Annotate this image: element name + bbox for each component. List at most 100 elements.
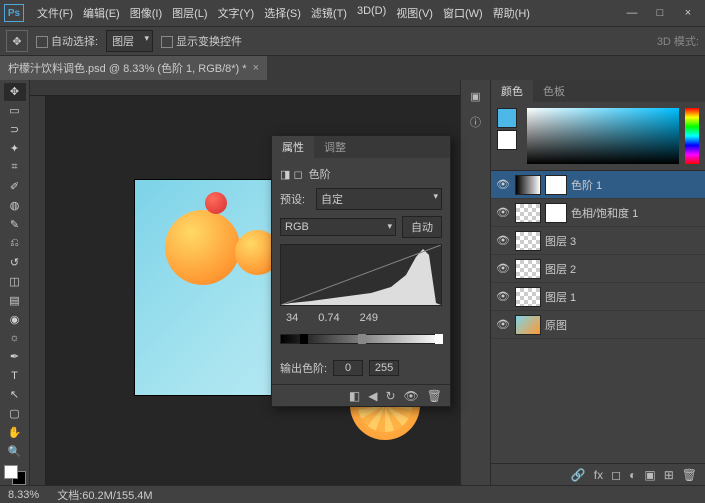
layer-row[interactable]: 👁 色阶 1 [491,171,705,199]
delete-layer-icon[interactable]: 🗑 [682,468,697,482]
maximize-button[interactable]: □ [647,3,673,23]
pen-tool[interactable]: ✒ [4,348,26,366]
layer-row[interactable]: 👁 图层 2 [491,255,705,283]
lasso-tool[interactable]: ⊃ [4,121,26,139]
menu-选择(S)[interactable]: 选择(S) [259,1,306,25]
histogram[interactable] [280,244,442,306]
stamp-tool[interactable]: ⎌ [4,234,26,252]
background-swatch[interactable] [497,130,517,150]
layer-fx-icon[interactable]: fx [594,468,603,482]
eyedrop-tool[interactable]: ✐ [4,178,26,196]
layer-visibility-icon[interactable]: 👁 [495,318,511,331]
menu-滤镜(T)[interactable]: 滤镜(T) [306,1,352,25]
dodge-tool[interactable]: ☼ [4,329,26,347]
toggle-visibility-icon[interactable]: 👁 [404,389,419,403]
output-high-input[interactable] [369,360,399,376]
menu-文字(Y)[interactable]: 文字(Y) [213,1,260,25]
heal-tool[interactable]: ◍ [4,197,26,215]
highlight-slider-thumb[interactable] [435,334,443,344]
eraser-tool[interactable]: ◫ [4,272,26,290]
add-mask-icon[interactable]: ◻ [611,468,621,482]
shape-tool[interactable]: ▢ [4,405,26,423]
hue-slider[interactable] [685,108,699,164]
history-tool[interactable]: ↺ [4,253,26,271]
document-tab-close-icon[interactable]: × [253,62,259,74]
layer-name-label[interactable]: 色阶 1 [571,177,701,193]
shadow-slider-thumb[interactable] [300,334,308,344]
menu-文件(F)[interactable]: 文件(F) [32,1,78,25]
layer-name-label[interactable]: 图层 1 [545,289,701,305]
midtone-slider-thumb[interactable] [358,334,366,344]
layer-name-label[interactable]: 图层 2 [545,261,701,277]
layer-name-label[interactable]: 原图 [545,317,701,333]
layer-name-label[interactable]: 色相/饱和度 1 [571,205,701,221]
hand-tool[interactable]: ✋ [4,424,26,442]
layer-visibility-icon[interactable]: 👁 [495,178,511,191]
auto-button[interactable]: 自动 [402,216,442,238]
tab-properties[interactable]: 属性 [272,136,314,158]
wand-tool[interactable]: ✦ [4,140,26,158]
minimize-button[interactable]: — [619,3,645,23]
auto-select-target-dropdown[interactable]: 图层 [106,30,153,52]
layer-thumbnail[interactable] [515,203,541,223]
tab-color[interactable]: 颜色 [491,80,533,102]
marquee-tool[interactable]: ▭ [4,102,26,120]
layer-visibility-icon[interactable]: 👁 [495,262,511,275]
layer-visibility-icon[interactable]: 👁 [495,290,511,303]
delete-adjustment-icon[interactable]: 🗑 [427,389,442,403]
view-previous-icon[interactable]: ◀ [368,389,377,403]
info-panel-icon[interactable]: ⓘ [466,112,486,132]
close-button[interactable]: × [675,3,701,23]
layer-row[interactable]: 👁 原图 [491,311,705,339]
layer-row[interactable]: 👁 图层 3 [491,227,705,255]
clip-to-layer-icon[interactable]: ◧ [349,389,360,403]
menu-窗口(W)[interactable]: 窗口(W) [438,1,488,25]
menu-编辑(E)[interactable]: 编辑(E) [78,1,125,25]
menu-3D(D)[interactable]: 3D(D) [352,1,391,25]
tab-swatches[interactable]: 色板 [533,80,575,102]
layer-visibility-icon[interactable]: 👁 [495,206,511,219]
link-layers-icon[interactable]: 🔗 [571,468,586,482]
layer-thumbnail[interactable] [515,287,541,307]
color-field[interactable] [527,108,679,164]
layer-thumbnail[interactable] [515,259,541,279]
brush-tool[interactable]: ✎ [4,215,26,233]
layer-row[interactable]: 👁 色相/饱和度 1 [491,199,705,227]
document-tab[interactable]: 柠檬汁饮料调色.psd @ 8.33% (色阶 1, RGB/8*) * × [0,55,267,80]
move-tool-preset-icon[interactable]: ✥ [6,30,28,52]
input-slider[interactable] [280,334,442,344]
output-low-input[interactable] [333,360,363,376]
auto-select-option[interactable]: 自动选择: [36,33,98,49]
layer-row[interactable]: 👁 图层 1 [491,283,705,311]
tab-adjustments[interactable]: 调整 [314,136,356,158]
move-tool[interactable]: ✥ [4,83,26,101]
layer-name-label[interactable]: 图层 3 [545,233,701,249]
channel-dropdown[interactable]: RGB [280,218,396,236]
history-panel-icon[interactable]: ▣ [466,86,486,106]
blur-tool[interactable]: ◉ [4,310,26,328]
new-adjustment-icon[interactable]: ◐ [629,468,636,482]
crop-tool[interactable]: ⌗ [4,159,26,177]
layer-thumbnail[interactable] [515,315,541,335]
show-transform-controls-option[interactable]: 显示变换控件 [161,33,242,49]
zoom-readout[interactable]: 8.33% [8,489,39,501]
gradient-tool[interactable]: ▤ [4,291,26,309]
foreground-swatch[interactable] [497,108,517,128]
type-tool[interactable]: T [4,367,26,385]
menu-图像(I)[interactable]: 图像(I) [125,1,167,25]
reset-icon[interactable]: ↻ [385,389,395,403]
layer-mask-thumbnail[interactable] [545,175,567,195]
menu-图层(L)[interactable]: 图层(L) [167,1,212,25]
layer-thumbnail[interactable] [515,231,541,251]
layer-mask-thumbnail[interactable] [545,203,567,223]
menu-帮助(H)[interactable]: 帮助(H) [488,1,535,25]
layer-visibility-icon[interactable]: 👁 [495,234,511,247]
path-tool[interactable]: ↖ [4,386,26,404]
preset-dropdown[interactable]: 自定 [316,188,442,210]
fg-bg-swatches[interactable] [4,465,26,485]
new-layer-icon[interactable]: ⊞ [664,468,674,482]
zoom-tool[interactable]: 🔍 [4,443,26,461]
new-group-icon[interactable]: ▣ [644,468,655,482]
doc-size-readout[interactable]: 文档:60.2M/155.4M [57,487,152,503]
menu-视图(V)[interactable]: 视图(V) [391,1,438,25]
